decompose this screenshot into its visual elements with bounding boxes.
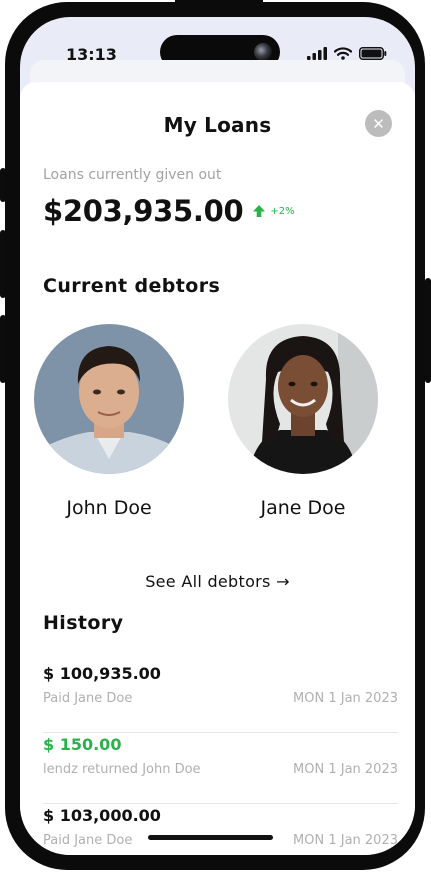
history-date: MON 1 Jan 2023 (293, 833, 398, 848)
total-amount: $203,935.00 (43, 194, 244, 228)
avatar (228, 324, 378, 474)
history-date: MON 1 Jan 2023 (293, 762, 398, 777)
loans-caption: Loans currently given out (43, 167, 222, 183)
history-description: lendz returned John Doe (43, 762, 201, 777)
page-title: My Loans (163, 113, 272, 137)
debtor-card[interactable]: Jane Doe (228, 324, 378, 519)
debtor-name: Jane Doe (260, 497, 346, 519)
history-date: MON 1 Jan 2023 (293, 691, 398, 706)
phone-frame: 13:13 My Loans ✕ Loans currently given o… (5, 0, 425, 870)
arrow-up-icon (253, 205, 266, 217)
loans-sheet: My Loans ✕ Loans currently given out $20… (20, 82, 415, 855)
power-button (425, 278, 431, 383)
status-icons (307, 47, 387, 60)
history-list: $ 100,935.00 Paid Jane Doe MON 1 Jan 202… (43, 662, 398, 855)
speaker-notch (175, 0, 263, 12)
debtor-card[interactable]: John Doe (34, 324, 184, 519)
avatar (34, 324, 184, 474)
phone-screen: 13:13 My Loans ✕ Loans currently given o… (20, 17, 415, 855)
debtor-name: John Doe (66, 497, 152, 519)
close-icon: ✕ (372, 114, 385, 133)
history-amount: $ 100,935.00 (43, 664, 161, 683)
history-item[interactable]: $ 103,000.00 Paid Jane Doe MON 1 Jan 202… (43, 804, 398, 855)
wifi-icon (334, 47, 352, 60)
history-amount: $ 150.00 (43, 735, 122, 754)
camera-icon (254, 43, 272, 61)
history-item[interactable]: $ 100,935.00 Paid Jane Doe MON 1 Jan 202… (43, 662, 398, 733)
signal-icon (307, 47, 327, 60)
see-all-debtors-link[interactable]: See All debtors → (20, 572, 415, 591)
battery-icon (359, 47, 387, 60)
close-button[interactable]: ✕ (365, 110, 392, 137)
debtors-heading: Current debtors (43, 275, 221, 297)
history-amount: $ 103,000.00 (43, 806, 161, 825)
history-description: Paid Jane Doe (43, 833, 133, 848)
history-heading: History (43, 612, 124, 634)
history-description: Paid Jane Doe (43, 691, 133, 706)
history-item[interactable]: $ 150.00 lendz returned John Doe MON 1 J… (43, 733, 398, 804)
home-indicator[interactable] (148, 835, 273, 840)
trend-percent: +2% (270, 205, 295, 217)
total-amount-row: $203,935.00 +2% (43, 194, 295, 228)
